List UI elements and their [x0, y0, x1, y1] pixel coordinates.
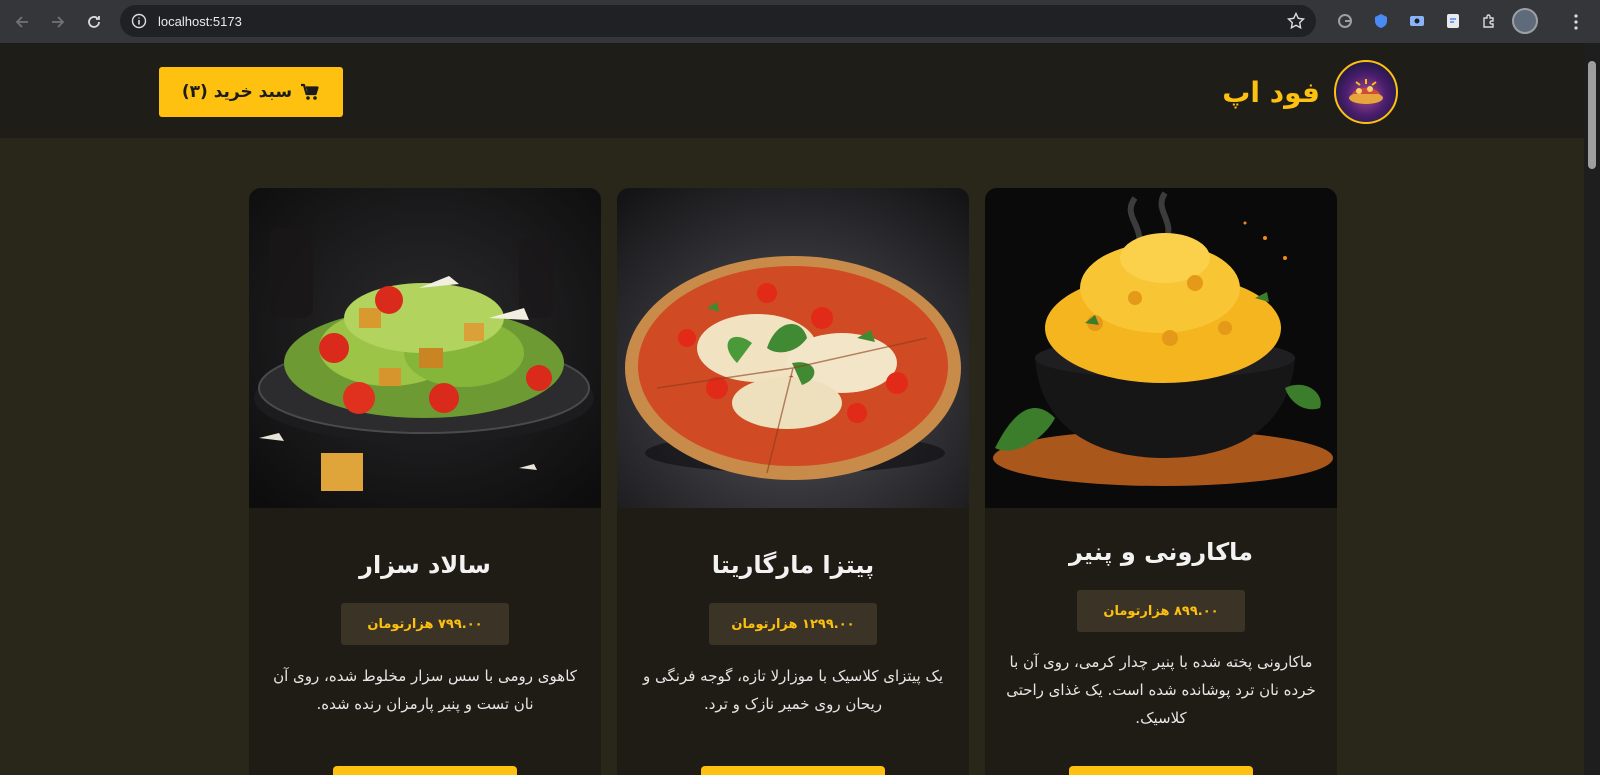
extension-screen-icon[interactable]: [1402, 6, 1432, 36]
extension-shield-icon[interactable]: [1366, 6, 1396, 36]
extensions-puzzle-icon[interactable]: [1474, 6, 1504, 36]
scrollbar-thumb[interactable]: [1588, 61, 1596, 169]
menu-cards: سالاد سزار ۷۹۹.۰۰ هزارتومان کاهوی رومی ب…: [249, 188, 1337, 775]
cart-label: سبد خرید (۳): [181, 82, 293, 102]
logo: [1334, 60, 1398, 124]
cart-icon: [300, 83, 320, 101]
price-tag: ۸۹۹.۰۰ هزارتومان: [1077, 590, 1245, 632]
salad-image: [249, 188, 601, 508]
add-to-cart-button[interactable]: [333, 766, 517, 775]
price-tag: ۷۹۹.۰۰ هزارتومان: [341, 603, 509, 645]
page-scrollbar[interactable]: [1584, 43, 1600, 775]
brand[interactable]: فود اپ: [1222, 60, 1398, 124]
reload-icon[interactable]: [76, 4, 112, 40]
card-description: کاهوی رومی با سس سزار مخلوط شده، روی آن …: [273, 667, 577, 713]
card-title: سالاد سزار: [359, 551, 491, 579]
menu-card: پیتزا مارگاریتا ۱۲۹۹.۰۰ هزارتومان یک پیت…: [617, 188, 969, 775]
bookmark-star-icon[interactable]: [1286, 11, 1306, 31]
page-content: سبد خرید (۳) فود اپ سالاد سزار ۷۹۹.۰۰ هز…: [0, 43, 1584, 775]
card-title: ماکارونی و پنیر: [1068, 538, 1254, 566]
url-text: localhost:5173: [158, 13, 242, 29]
price-tag: ۱۲۹۹.۰۰ هزارتومان: [709, 603, 877, 645]
app-header: سبد خرید (۳) فود اپ: [0, 43, 1584, 138]
extension-doc-icon[interactable]: [1438, 6, 1468, 36]
site-info-icon[interactable]: [124, 6, 154, 36]
add-to-cart-button[interactable]: [701, 766, 885, 775]
back-icon[interactable]: [4, 4, 40, 40]
forward-icon[interactable]: [40, 4, 76, 40]
cart-button[interactable]: سبد خرید (۳): [159, 67, 343, 117]
card-description: یک پیتزای کلاسیک با موزارلا تازه، گوجه ف…: [642, 667, 944, 713]
google-lens-icon[interactable]: [1330, 6, 1360, 36]
menu-card: سالاد سزار ۷۹۹.۰۰ هزارتومان کاهوی رومی ب…: [249, 188, 601, 775]
card-description: ماکارونی پخته شده با پنیر چدار کرمی، روی…: [1006, 653, 1316, 727]
brand-name: فود اپ: [1222, 75, 1320, 109]
browser-menu-icon[interactable]: [1566, 10, 1586, 34]
card-title: پیتزا مارگاریتا: [711, 551, 875, 579]
profile-avatar[interactable]: [1510, 6, 1540, 36]
mac-and-cheese-image: [985, 188, 1337, 508]
add-to-cart-button[interactable]: [1069, 766, 1253, 775]
menu-card: ماکارونی و پنیر ۸۹۹.۰۰ هزارتومان ماکارون…: [985, 188, 1337, 775]
browser-toolbar: localhost:5173: [0, 0, 1600, 43]
address-bar[interactable]: localhost:5173: [120, 5, 1316, 37]
pizza-image: [617, 188, 969, 508]
